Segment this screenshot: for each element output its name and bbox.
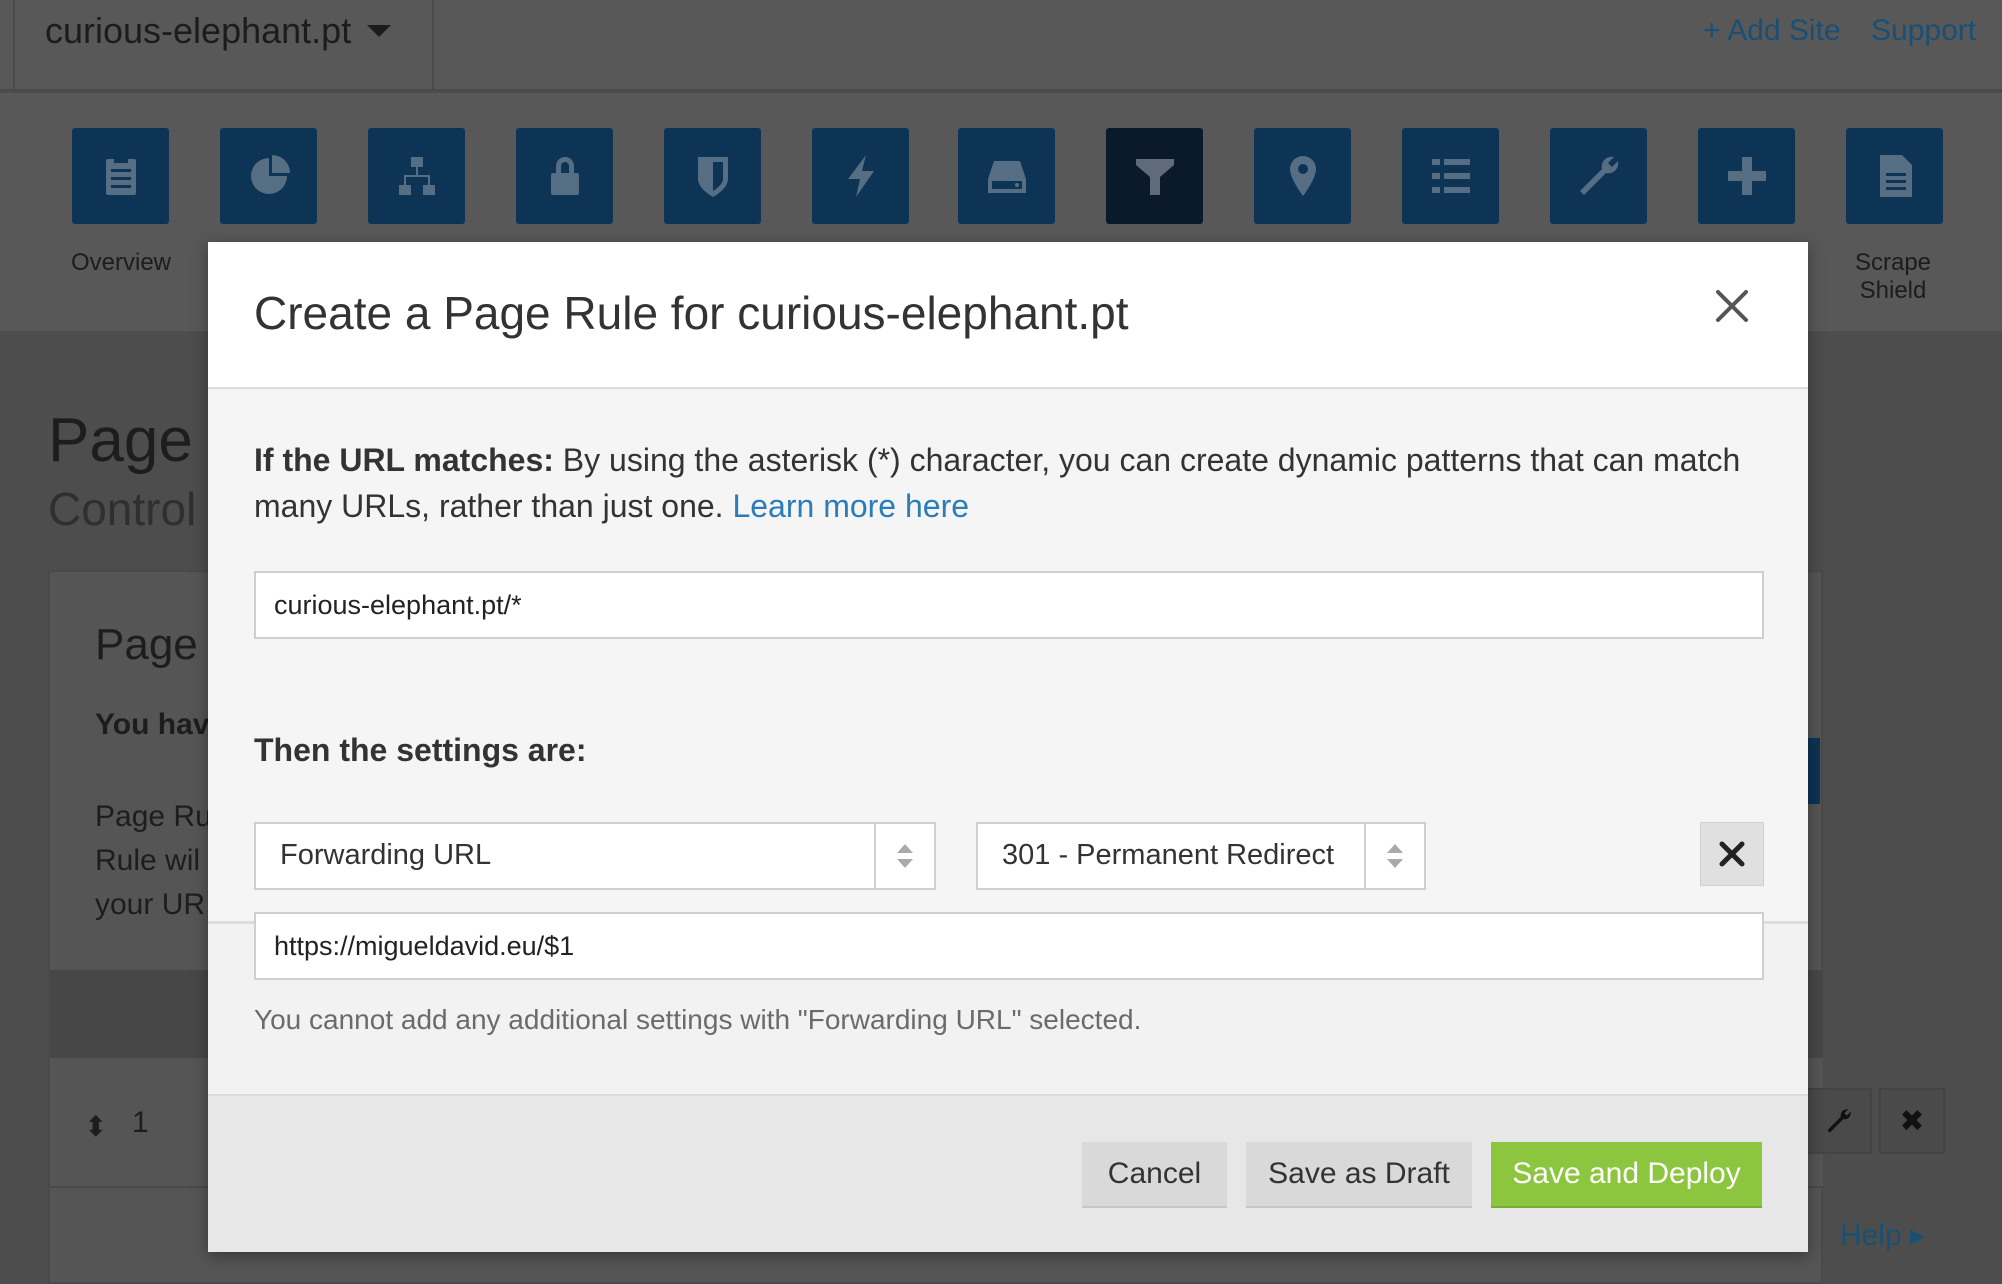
dns-icon[interactable] <box>368 128 465 224</box>
edit-wrench-icon[interactable] <box>1806 1088 1872 1154</box>
save-as-draft-button[interactable]: Save as Draft <box>1246 1142 1472 1208</box>
remove-setting-button[interactable] <box>1700 822 1764 886</box>
top-bar: curious-elephant.pt + Add Site Support <box>0 0 2002 91</box>
help-link[interactable]: Help ▸ <box>1840 1218 1925 1253</box>
traffic-icon[interactable] <box>1254 128 1351 224</box>
page-subtitle: Control <box>48 483 197 535</box>
setting-select-value: Forwarding URL <box>280 839 492 871</box>
overview-icon[interactable] <box>72 128 169 224</box>
dialog-title: Create a Page Rule for curious-elephant.… <box>254 287 1129 339</box>
delete-rule-icon[interactable]: ✖ <box>1879 1088 1945 1154</box>
scrape-shield-icon[interactable] <box>1846 128 1943 224</box>
firewall-icon[interactable] <box>664 128 761 224</box>
status-code-value: 301 - Permanent Redirect <box>1002 839 1335 871</box>
customize-icon[interactable] <box>1402 128 1499 224</box>
url-match-label: If the URL matches: <box>254 442 554 478</box>
page-rules-icon[interactable] <box>1106 128 1203 224</box>
status-code-select[interactable]: 301 - Permanent Redirect <box>976 822 1426 890</box>
panel-paragraph: Page Ru Rule wil your UR <box>95 800 212 921</box>
select-arrows-icon[interactable] <box>874 824 934 888</box>
caret-down-icon[interactable] <box>367 25 391 37</box>
create-page-rule-dialog: Create a Page Rule for curious-elephant.… <box>208 242 1808 1252</box>
dialog-header: Create a Page Rule for curious-elephant.… <box>208 242 1808 389</box>
url-match-description: If the URL matches: By using the asteris… <box>254 437 1754 529</box>
learn-more-link[interactable]: Learn more here <box>732 488 969 524</box>
sort-handle-icon[interactable]: ⬍ <box>84 1110 107 1143</box>
row-number: 1 <box>132 1106 149 1139</box>
speed-icon[interactable] <box>812 128 909 224</box>
site-switcher[interactable]: curious-elephant.pt <box>13 0 434 91</box>
support-link[interactable]: Support <box>1871 14 1976 48</box>
panel-title: Page <box>95 620 198 669</box>
close-icon[interactable] <box>1712 286 1752 326</box>
settings-label: Then the settings are: <box>254 732 587 768</box>
dialog-footer: Cancel Save as Draft Save and Deploy <box>208 1094 1808 1252</box>
select-arrows-icon[interactable] <box>1364 824 1424 888</box>
caching-icon[interactable] <box>958 128 1055 224</box>
cancel-button[interactable]: Cancel <box>1082 1142 1227 1208</box>
panel-bold-text: You hav <box>95 708 210 741</box>
close-x-icon <box>1719 841 1745 867</box>
add-site-link[interactable]: + Add Site <box>1703 14 1841 48</box>
destination-url-input[interactable] <box>254 912 1764 980</box>
save-and-deploy-button[interactable]: Save and Deploy <box>1491 1142 1762 1208</box>
overview-label: Overview <box>70 249 172 276</box>
apps-plus-icon[interactable] <box>1698 128 1795 224</box>
crypto-icon[interactable] <box>516 128 613 224</box>
scrape-shield-label: Scrape Shield <box>1854 249 1932 304</box>
site-name[interactable]: curious-elephant.pt <box>45 10 351 52</box>
url-pattern-input[interactable] <box>254 571 1764 639</box>
forwarding-note: You cannot add any additional settings w… <box>254 1004 1142 1035</box>
setting-select[interactable]: Forwarding URL <box>254 822 936 890</box>
apps-wrench-icon[interactable] <box>1550 128 1647 224</box>
analytics-icon[interactable] <box>220 128 317 224</box>
